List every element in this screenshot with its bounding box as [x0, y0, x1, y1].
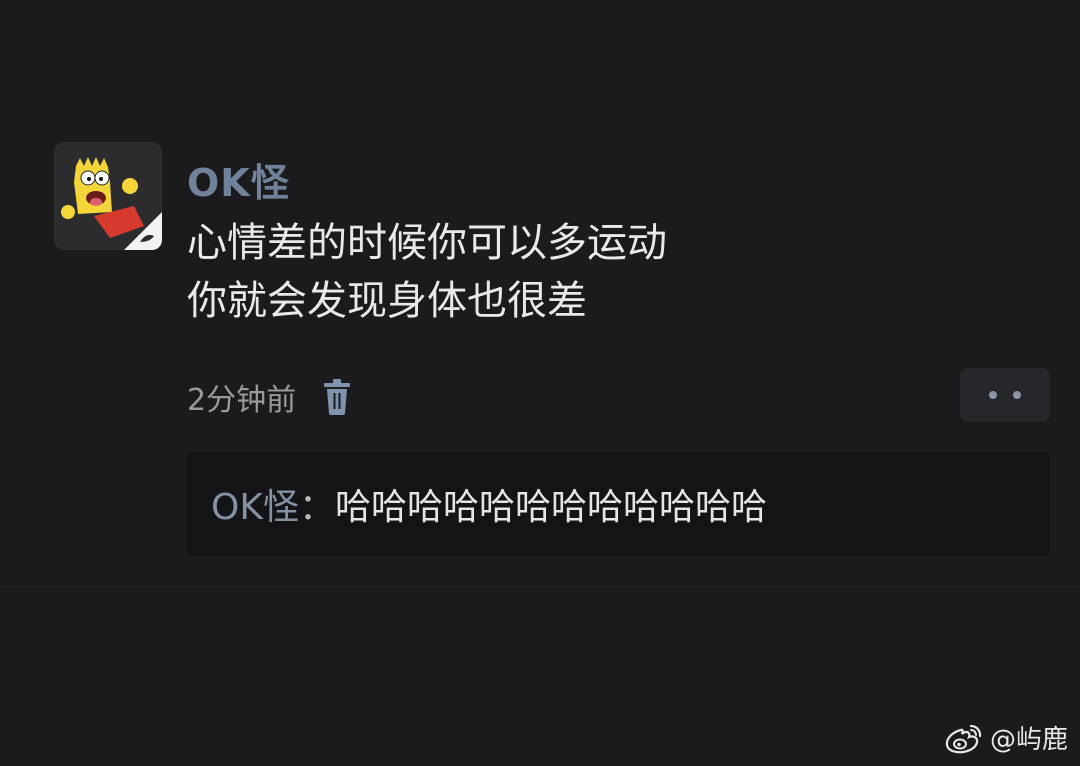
- weibo-logo-icon: [945, 724, 982, 753]
- watermark-text: @屿鹿: [989, 725, 1068, 755]
- comment-meta: 2分钟前: [187, 374, 354, 420]
- user-avatar[interactable]: [54, 142, 162, 250]
- reply-body: 哈哈哈哈哈哈哈哈哈哈哈哈: [334, 487, 767, 528]
- reply-text: OK怪：哈哈哈哈哈哈哈哈哈哈哈哈: [211, 478, 767, 530]
- divider: [0, 586, 1080, 587]
- cartoon-avatar-icon: [54, 142, 162, 250]
- comment-line-1: 心情差的时候你可以多运动: [187, 220, 667, 266]
- delete-button[interactable]: [320, 377, 354, 417]
- comment-username[interactable]: OK怪: [187, 152, 290, 207]
- reply-separator: ：: [298, 487, 335, 528]
- comment-content: 心情差的时候你可以多运动 你就会发现身体也很差: [187, 214, 967, 330]
- more-dots-icon: [989, 391, 997, 399]
- watermark: @屿鹿: [944, 719, 1068, 756]
- more-options-button[interactable]: [960, 368, 1050, 422]
- reply-preview[interactable]: OK怪：哈哈哈哈哈哈哈哈哈哈哈哈: [187, 452, 1050, 556]
- more-dots-icon: [1013, 391, 1021, 399]
- comment-line-2: 你就会发现身体也很差: [187, 278, 587, 324]
- trash-icon: [324, 379, 351, 415]
- comment-page: OK怪 心情差的时候你可以多运动 你就会发现身体也很差 2分钟前 OK怪：哈哈哈…: [0, 0, 1080, 766]
- reply-author[interactable]: OK怪: [211, 487, 299, 528]
- comment-timestamp: 2分钟前: [187, 383, 297, 418]
